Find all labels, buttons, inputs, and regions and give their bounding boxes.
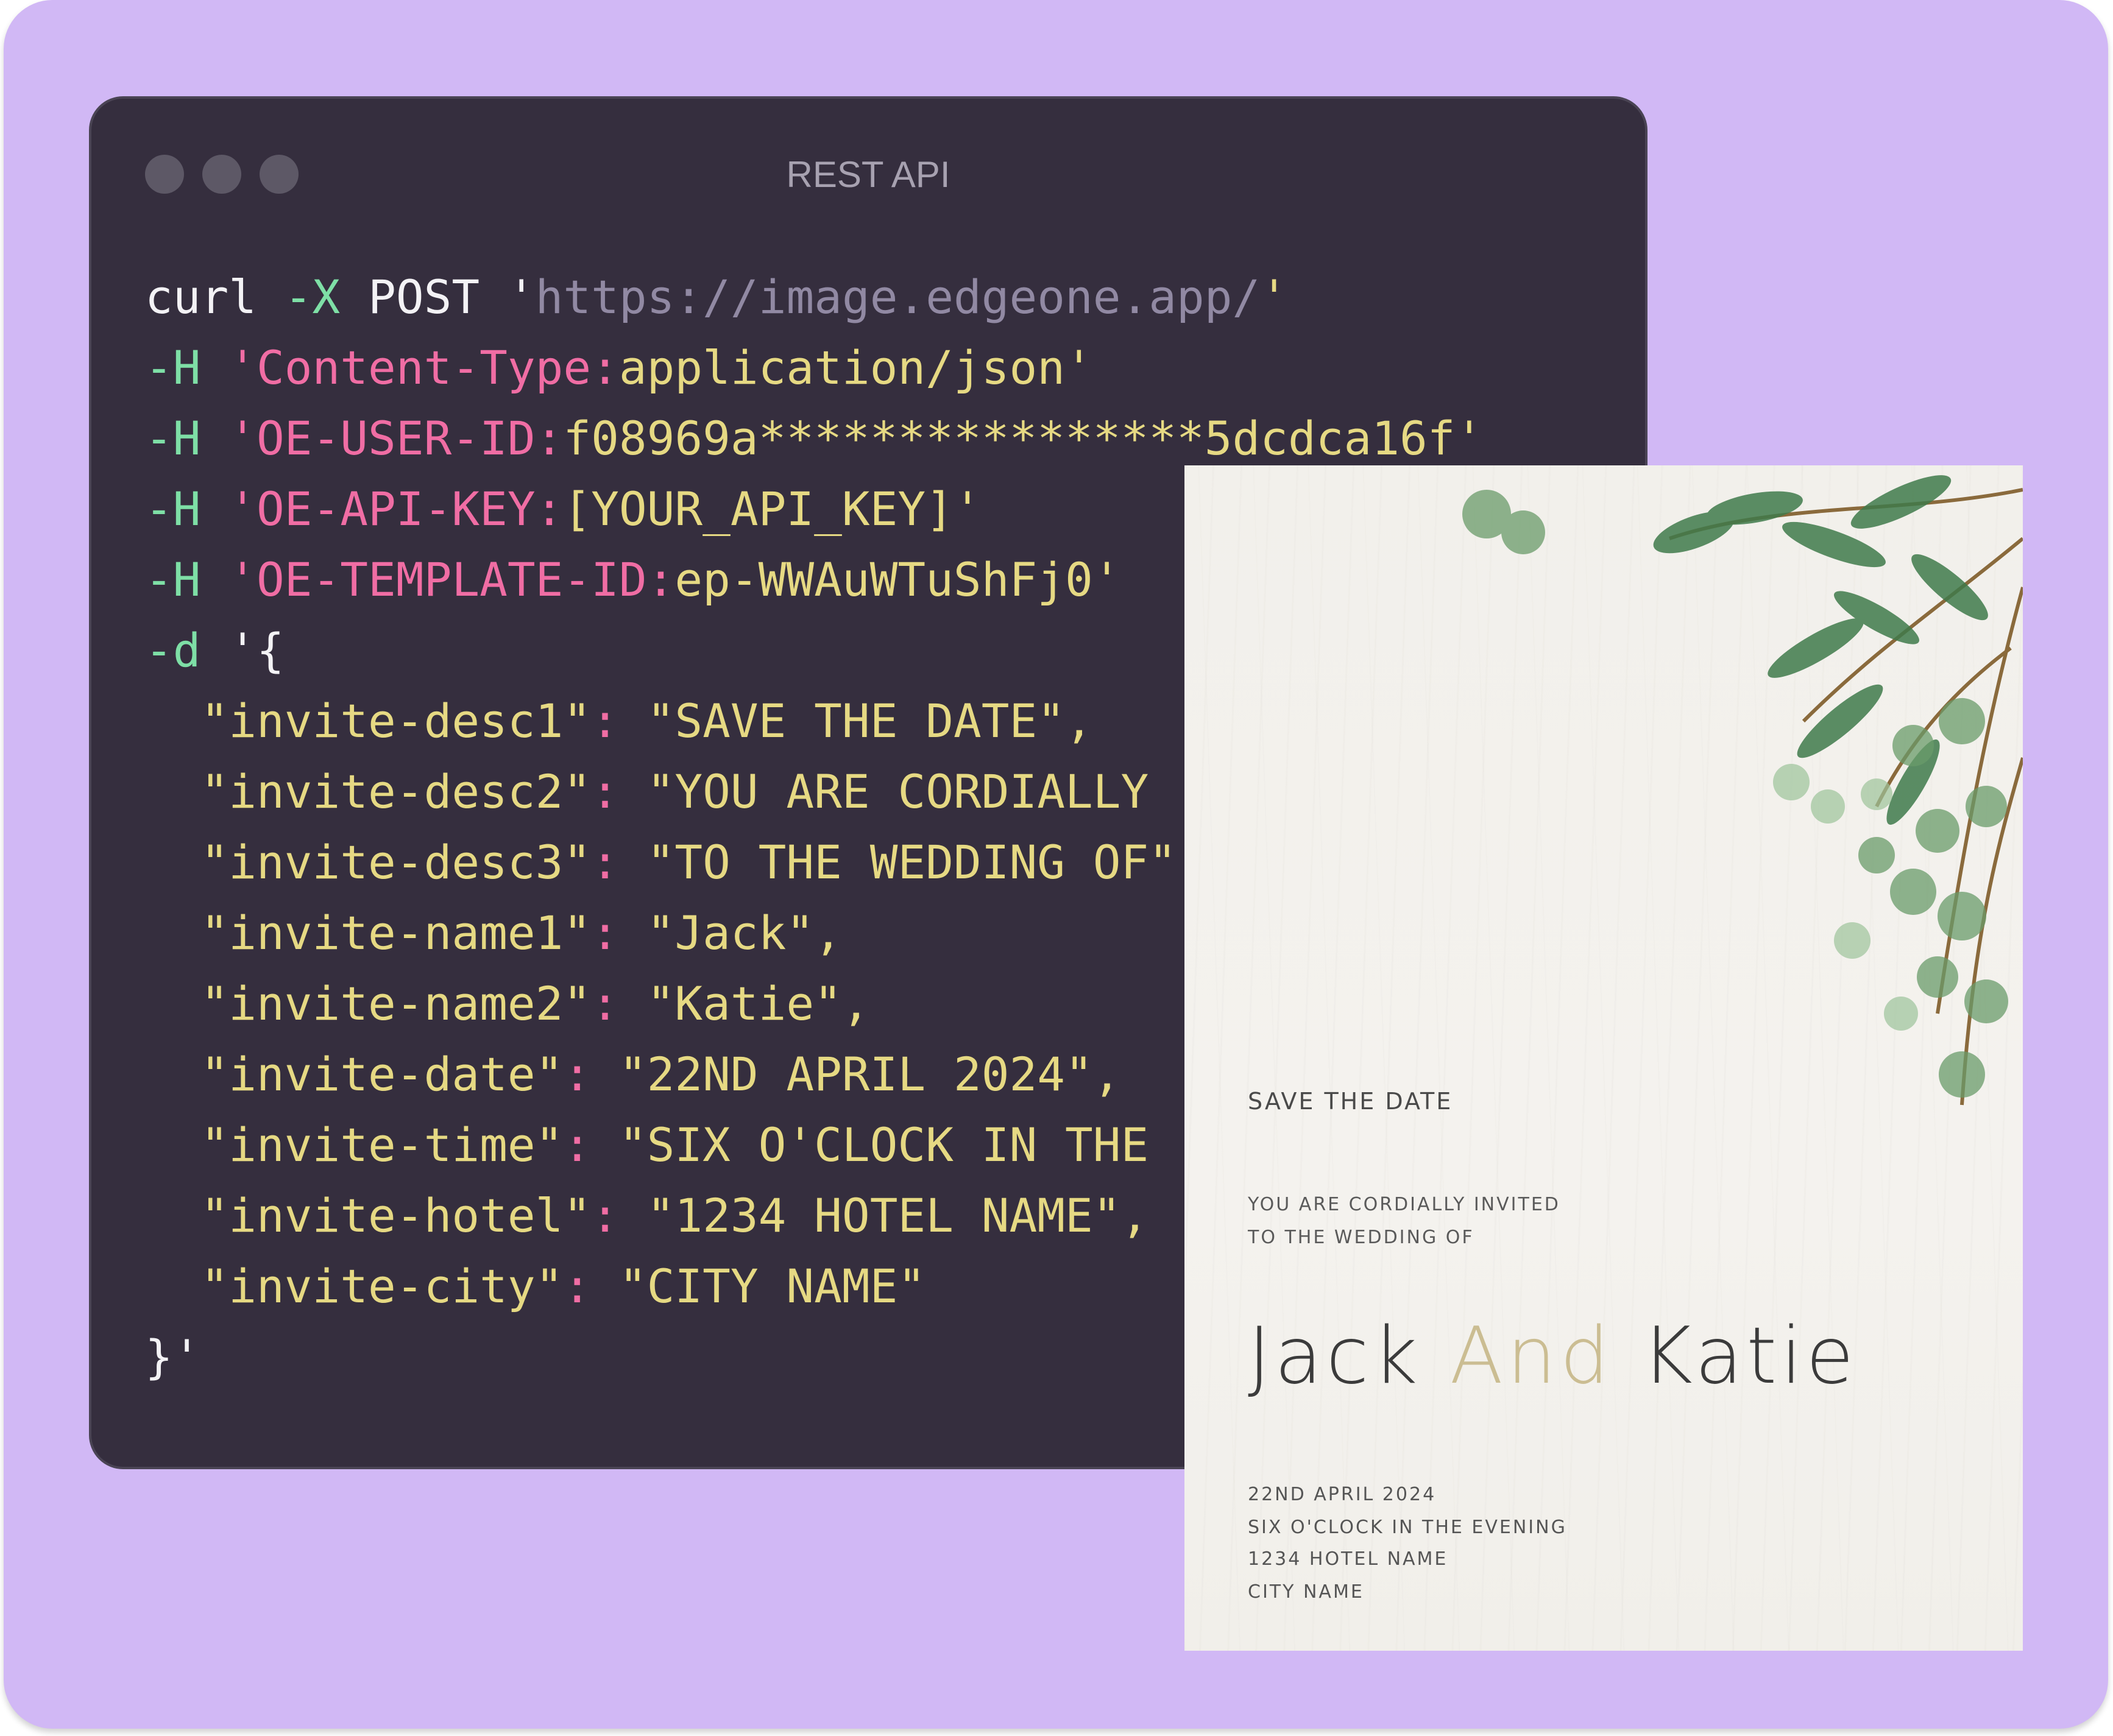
code-colon: : bbox=[591, 694, 619, 748]
code-flag: -H bbox=[145, 411, 201, 465]
code-field-value: "1234 HOTEL NAME", bbox=[646, 1188, 1149, 1243]
code-colon: : bbox=[563, 1259, 592, 1313]
code-flag: -H bbox=[145, 482, 201, 536]
code-colon: : bbox=[591, 906, 619, 960]
code-field-value: "SIX O'CLOCK IN THE bbox=[618, 1118, 1149, 1172]
code-field-value: "CITY NAME" bbox=[618, 1259, 926, 1313]
code-method: POST bbox=[368, 270, 480, 324]
code-url: https://image.edgeone.app/ bbox=[535, 270, 1261, 324]
code-header-key: 'Content-Type: bbox=[228, 340, 619, 395]
code-brace: '{ bbox=[228, 623, 285, 677]
code-colon: : bbox=[591, 976, 619, 1031]
couple-names: Jack And Katie bbox=[1248, 1311, 1858, 1402]
code-quote: ' bbox=[507, 270, 536, 324]
event-hotel: 1234 HOTEL NAME bbox=[1248, 1548, 1448, 1570]
code-field: "invite-date": "22ND APRIL 2024", bbox=[201, 1047, 1121, 1101]
code-field-key: "invite-desc2" bbox=[200, 764, 592, 819]
invitation-card: SAVE THE DATE YOU ARE CORDIALLY INVITED … bbox=[1184, 465, 2023, 1651]
code-flag: -d bbox=[145, 623, 201, 677]
code-field-value: "22ND APRIL 2024", bbox=[618, 1047, 1121, 1101]
code-field-value: "TO THE WEDDING OF" bbox=[646, 835, 1177, 889]
code-brace-close: }' bbox=[145, 1330, 201, 1384]
eucalyptus-foliage-illustration bbox=[1462, 475, 2023, 1106]
code-header-line: -H 'OE-USER-ID:f08969a****************5d… bbox=[145, 411, 1483, 465]
event-city: CITY NAME bbox=[1248, 1581, 1364, 1603]
code-cmd: curl bbox=[145, 270, 257, 324]
code-flag: -H bbox=[145, 340, 201, 395]
code-header-value: [YOUR_API_KEY]' bbox=[563, 482, 982, 536]
code-field-key: "invite-desc1" bbox=[200, 694, 592, 748]
code-field: "invite-desc3": "TO THE WEDDING OF" bbox=[201, 835, 1177, 889]
code-field: "invite-hotel": "1234 HOTEL NAME", bbox=[201, 1188, 1149, 1243]
code-header-key: 'OE-USER-ID: bbox=[228, 411, 564, 465]
code-field-key: "invite-date" bbox=[200, 1047, 564, 1101]
code-field: "invite-city": "CITY NAME" bbox=[201, 1259, 926, 1313]
code-header-line: -H 'OE-TEMPLATE-ID:ep-WWAuWTuShFj0' bbox=[145, 552, 1120, 607]
code-header-value: ep-WWAuWTuShFj0' bbox=[674, 552, 1121, 607]
code-colon: : bbox=[591, 764, 619, 819]
code-field-key: "invite-hotel" bbox=[200, 1188, 592, 1243]
code-field: "invite-name1": "Jack", bbox=[201, 906, 842, 960]
code-colon: : bbox=[591, 1188, 619, 1243]
save-the-date-text: SAVE THE DATE bbox=[1248, 1088, 1453, 1115]
code-flag: -X bbox=[284, 270, 341, 324]
code-field: "invite-time": "SIX O'CLOCK IN THE bbox=[201, 1118, 1149, 1172]
code-field-value: "YOU ARE CORDIALLY bbox=[646, 764, 1149, 819]
code-colon: : bbox=[563, 1118, 592, 1172]
code-header-value: application/json' bbox=[618, 340, 1093, 395]
window-title: REST API bbox=[786, 154, 950, 195]
code-flag: -H bbox=[145, 552, 201, 607]
event-time: SIX O'CLOCK IN THE EVENING bbox=[1248, 1517, 1567, 1538]
code-data-line: -d '{ bbox=[145, 623, 285, 677]
name-1: Jack bbox=[1248, 1311, 1421, 1402]
code-header-value: f08969a****************5dcdca16f' bbox=[563, 411, 1484, 465]
code-field-value: "Katie", bbox=[646, 976, 870, 1031]
code-line-1: curl -X POST 'https://image.edgeone.app/… bbox=[145, 270, 1288, 324]
code-field-value: "Jack", bbox=[646, 906, 842, 960]
code-header-line: -H 'Content-Type:application/json' bbox=[145, 340, 1093, 395]
invite-line-2: TO THE WEDDING OF bbox=[1248, 1227, 1474, 1248]
code-quote: ' bbox=[1260, 270, 1289, 324]
name-conjunction: And bbox=[1449, 1311, 1613, 1402]
code-field: "invite-desc2": "YOU ARE CORDIALLY bbox=[201, 764, 1149, 819]
code-header-key: 'OE-TEMPLATE-ID: bbox=[228, 552, 675, 607]
code-field-value: "SAVE THE DATE", bbox=[646, 694, 1093, 748]
code-field-key: "invite-time" bbox=[200, 1118, 564, 1172]
code-field-key: "invite-desc3" bbox=[200, 835, 592, 889]
code-field-key: "invite-name1" bbox=[200, 906, 592, 960]
code-header-line: -H 'OE-API-KEY:[YOUR_API_KEY]' bbox=[145, 482, 982, 536]
invite-line-1: YOU ARE CORDIALLY INVITED bbox=[1248, 1194, 1560, 1215]
event-date: 22ND APRIL 2024 bbox=[1248, 1484, 1437, 1505]
code-field: "invite-name2": "Katie", bbox=[201, 976, 870, 1031]
code-colon: : bbox=[591, 835, 619, 889]
code-field-key: "invite-city" bbox=[200, 1259, 564, 1313]
code-header-key: 'OE-API-KEY: bbox=[228, 482, 564, 536]
name-2: Katie bbox=[1641, 1311, 1858, 1402]
code-field-key: "invite-name2" bbox=[200, 976, 592, 1031]
code-colon: : bbox=[563, 1047, 592, 1101]
code-field: "invite-desc1": "SAVE THE DATE", bbox=[201, 694, 1093, 748]
